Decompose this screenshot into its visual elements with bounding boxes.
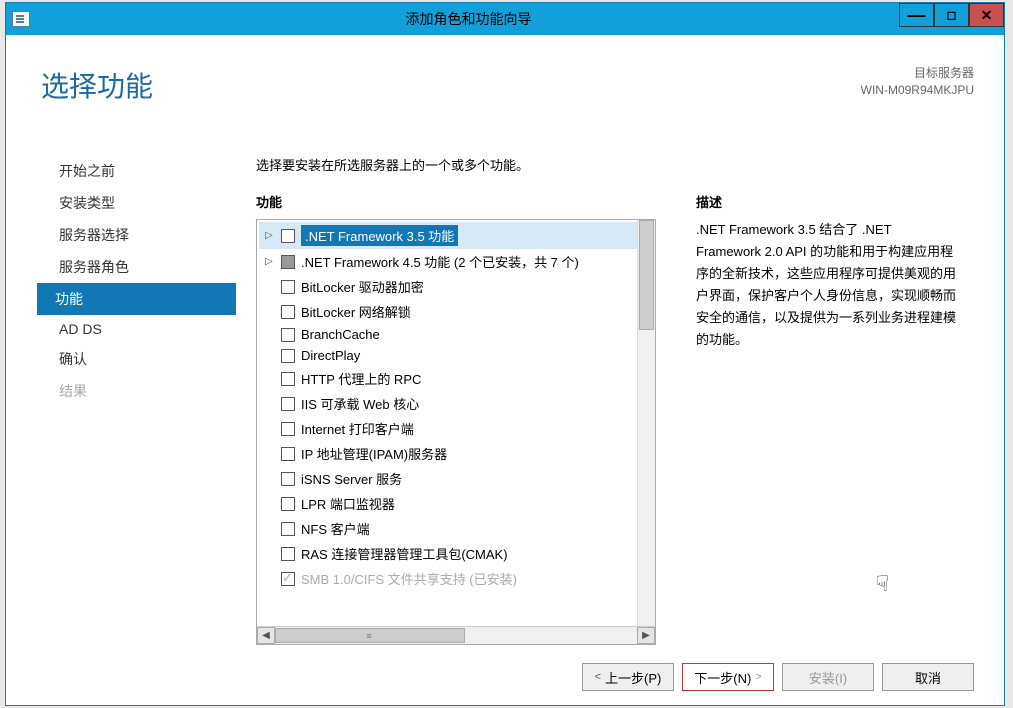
feature-item[interactable]: ▷BitLocker 驱动器加密 bbox=[259, 274, 637, 299]
feature-checkbox[interactable] bbox=[281, 255, 295, 269]
install-button: 安装(I) bbox=[782, 663, 874, 691]
feature-item[interactable]: ▷LPR 端口监视器 bbox=[259, 491, 637, 516]
feature-label: SMB 1.0/CIFS 文件共享支持 (已安装) bbox=[301, 569, 517, 588]
feature-checkbox[interactable] bbox=[281, 349, 295, 363]
description-text: .NET Framework 3.5 结合了 .NET Framework 2.… bbox=[696, 219, 956, 352]
step-confirm[interactable]: 确认 bbox=[41, 343, 236, 375]
step-server-select[interactable]: 服务器选择 bbox=[41, 219, 236, 251]
target-server-info: 目标服务器 WIN-M09R94MKJPU bbox=[861, 65, 974, 105]
feature-label: LPR 端口监视器 bbox=[301, 494, 395, 513]
feature-label: BranchCache bbox=[301, 327, 380, 342]
feature-label: .NET Framework 3.5 功能 bbox=[301, 225, 458, 246]
close-button[interactable]: ✕ bbox=[969, 3, 1004, 27]
feature-label: HTTP 代理上的 RPC bbox=[301, 369, 421, 388]
horizontal-scrollbar[interactable]: ◀ ≡ ▶ bbox=[257, 626, 655, 644]
feature-checkbox[interactable] bbox=[281, 229, 295, 243]
previous-button[interactable]: 上一步(P) bbox=[582, 663, 674, 691]
wizard-window: 添加角色和功能向导 — ◻ ✕ 选择功能 目标服务器 WIN-M09R94MKJ… bbox=[5, 2, 1005, 706]
feature-checkbox[interactable] bbox=[281, 522, 295, 536]
feature-checkbox[interactable] bbox=[281, 497, 295, 511]
window-title: 添加角色和功能向导 bbox=[38, 9, 899, 29]
feature-label: .NET Framework 4.5 功能 (2 个已安装，共 7 个) bbox=[301, 252, 579, 271]
server-name: WIN-M09R94MKJPU bbox=[861, 82, 974, 99]
feature-item[interactable]: ▷SMB 1.0/CIFS 文件共享支持 (已安装) bbox=[259, 566, 637, 591]
feature-label: BitLocker 驱动器加密 bbox=[301, 277, 424, 296]
vertical-scrollbar[interactable] bbox=[637, 220, 655, 626]
features-listbox[interactable]: ▷ .NET Framework 3.5 功能 ▷ .NET Framework 4.… bbox=[256, 219, 656, 645]
titlebar[interactable]: 添加角色和功能向导 — ◻ ✕ bbox=[6, 3, 1004, 35]
feature-checkbox[interactable] bbox=[281, 397, 295, 411]
feature-item[interactable]: ▷BitLocker 网络解锁 bbox=[259, 299, 637, 324]
wizard-steps-sidebar: 开始之前 安装类型 服务器选择 服务器角色 功能 AD DS 确认 结果 bbox=[6, 155, 236, 645]
step-results: 结果 bbox=[41, 375, 236, 407]
feature-checkbox[interactable] bbox=[281, 305, 295, 319]
feature-checkbox[interactable] bbox=[281, 422, 295, 436]
maximize-button[interactable]: ◻ bbox=[934, 3, 969, 27]
feature-item[interactable]: ▷iSNS Server 服务 bbox=[259, 466, 637, 491]
feature-label: Internet 打印客户端 bbox=[301, 419, 414, 438]
expand-icon[interactable]: ▷ bbox=[265, 230, 275, 241]
feature-checkbox[interactable] bbox=[281, 328, 295, 342]
feature-item[interactable]: ▷ .NET Framework 3.5 功能 bbox=[259, 222, 637, 249]
step-server-roles[interactable]: 服务器角色 bbox=[41, 251, 236, 283]
page-title: 选择功能 bbox=[41, 65, 153, 105]
feature-label: BitLocker 网络解锁 bbox=[301, 302, 411, 321]
app-icon bbox=[12, 11, 30, 27]
feature-checkbox[interactable] bbox=[281, 547, 295, 561]
step-ad-ds[interactable]: AD DS bbox=[41, 315, 236, 343]
feature-label: iSNS Server 服务 bbox=[301, 469, 402, 488]
feature-item[interactable]: ▷IP 地址管理(IPAM)服务器 bbox=[259, 441, 637, 466]
feature-checkbox[interactable] bbox=[281, 472, 295, 486]
cancel-button[interactable]: 取消 bbox=[882, 663, 974, 691]
feature-item[interactable]: ▷DirectPlay bbox=[259, 345, 637, 366]
next-button[interactable]: 下一步(N) bbox=[682, 663, 774, 691]
feature-item[interactable]: ▷ .NET Framework 4.5 功能 (2 个已安装，共 7 个) bbox=[259, 249, 637, 274]
expand-icon[interactable]: ▷ bbox=[265, 256, 275, 267]
feature-checkbox[interactable] bbox=[281, 572, 295, 586]
feature-label: DirectPlay bbox=[301, 348, 360, 363]
instruction-text: 选择要安装在所选服务器上的一个或多个功能。 bbox=[256, 155, 979, 174]
feature-label: IIS 可承载 Web 核心 bbox=[301, 394, 419, 413]
feature-item[interactable]: ▷HTTP 代理上的 RPC bbox=[259, 366, 637, 391]
feature-checkbox[interactable] bbox=[281, 280, 295, 294]
feature-label: IP 地址管理(IPAM)服务器 bbox=[301, 444, 447, 463]
hscroll-left-button[interactable]: ◀ bbox=[257, 627, 275, 644]
hscroll-thumb[interactable]: ≡ bbox=[275, 628, 465, 643]
feature-item[interactable]: ▷RAS 连接管理器管理工具包(CMAK) bbox=[259, 541, 637, 566]
description-label: 描述 bbox=[696, 192, 956, 211]
step-install-type[interactable]: 安装类型 bbox=[41, 187, 236, 219]
feature-label: RAS 连接管理器管理工具包(CMAK) bbox=[301, 544, 508, 563]
feature-item[interactable]: ▷BranchCache bbox=[259, 324, 637, 345]
step-features[interactable]: 功能 bbox=[37, 283, 236, 315]
feature-item[interactable]: ▷IIS 可承载 Web 核心 bbox=[259, 391, 637, 416]
features-label: 功能 bbox=[256, 192, 656, 211]
feature-checkbox[interactable] bbox=[281, 372, 295, 386]
feature-item[interactable]: ▷Internet 打印客户端 bbox=[259, 416, 637, 441]
minimize-button[interactable]: — bbox=[899, 3, 934, 27]
scrollbar-thumb[interactable] bbox=[639, 220, 654, 330]
feature-item[interactable]: ▷NFS 客户端 bbox=[259, 516, 637, 541]
server-label: 目标服务器 bbox=[861, 65, 974, 82]
feature-label: NFS 客户端 bbox=[301, 519, 370, 538]
step-before-begin[interactable]: 开始之前 bbox=[41, 155, 236, 187]
feature-checkbox[interactable] bbox=[281, 447, 295, 461]
hscroll-right-button[interactable]: ▶ bbox=[637, 627, 655, 644]
